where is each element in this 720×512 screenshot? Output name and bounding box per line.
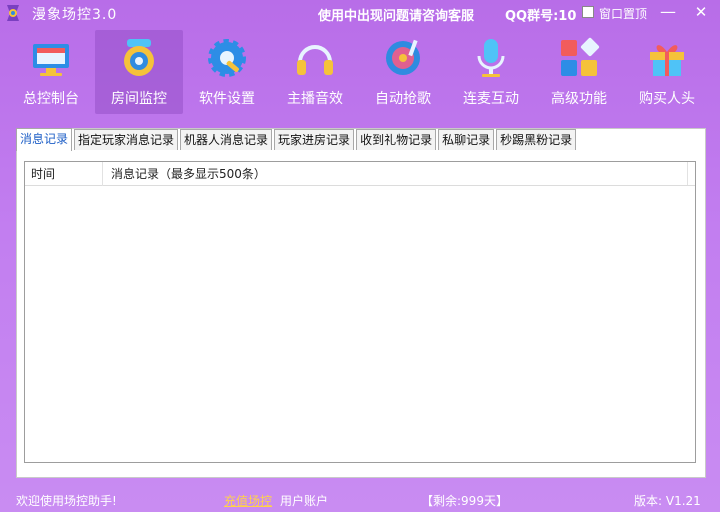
tab-player-entry-records[interactable]: 玩家进房记录 xyxy=(274,129,355,150)
user-account-label: 用户账户 xyxy=(280,494,329,508)
app-logo-icon xyxy=(7,5,19,21)
toolbar-label: 软件设置 xyxy=(199,91,255,107)
toolbar-mic-interaction-button[interactable]: 连麦互动 xyxy=(447,30,535,114)
tab-specified-player-records[interactable]: 指定玩家消息记录 xyxy=(74,129,179,150)
welcome-text: 欢迎使用场控助手! xyxy=(16,494,117,508)
column-header-end xyxy=(687,162,695,185)
toolbar-sound-effects-button[interactable]: 主播音效 xyxy=(271,30,359,114)
toolbar-label: 购买人头 xyxy=(639,91,695,107)
tab-gift-records[interactable]: 收到礼物记录 xyxy=(356,129,437,150)
toolbar-label: 总控制台 xyxy=(23,91,79,107)
tab-private-chat-records[interactable]: 私聊记录 xyxy=(438,129,495,150)
pin-window-checkbox[interactable] xyxy=(582,6,594,18)
toolbar-label: 连麦互动 xyxy=(463,91,519,107)
toolbar-buy-followers-button[interactable]: 购买人头 xyxy=(623,30,711,114)
toolbar-settings-button[interactable]: 软件设置 xyxy=(183,30,271,114)
toolbar-label: 房间监控 xyxy=(111,91,167,107)
gift-icon xyxy=(650,45,684,76)
tab-kick-blacklist-records[interactable]: 秒踢黑粉记录 xyxy=(496,129,577,150)
toolbar-label: 高级功能 xyxy=(551,91,607,107)
pin-window-label[interactable]: 窗口置顶 xyxy=(599,5,647,22)
toolbar-advanced-button[interactable]: 高级功能 xyxy=(535,30,623,114)
title-bar: 漫象场控3.0 使用中出现问题请咨询客服 QQ群号:10 窗口置顶 — ✕ xyxy=(0,0,720,26)
minimize-button[interactable]: — xyxy=(657,2,679,22)
camera-icon xyxy=(124,39,154,76)
message-list[interactable]: 时间 消息记录（最多显示500条） xyxy=(24,161,696,463)
toolbar-room-monitor-button[interactable]: 房间监控 xyxy=(95,30,183,114)
tab-message-records[interactable]: 消息记录 xyxy=(16,128,73,151)
disc-icon xyxy=(386,39,420,75)
toolbar-label: 主播音效 xyxy=(287,91,343,107)
headphones-icon xyxy=(297,45,333,75)
app-title: 漫象场控3.0 xyxy=(32,7,118,23)
qq-group-label: QQ群号:10 xyxy=(505,9,577,24)
gear-icon xyxy=(208,39,246,77)
console-icon xyxy=(33,44,69,76)
recharge-link[interactable]: 充值场控 xyxy=(224,492,272,509)
toolbar-console-button[interactable]: 总控制台 xyxy=(7,30,95,114)
main-toolbar: 总控制台 房间监控 软件设置 主播音效 自动抢歌 连麦互动 高级功能 购买人头 xyxy=(0,30,720,116)
version-label: 版本: V1.21 xyxy=(634,494,701,508)
column-header-message[interactable]: 消息记录（最多显示500条） xyxy=(103,162,687,186)
list-header: 时间 消息记录（最多显示500条） xyxy=(25,162,695,186)
remaining-days: 【剩余:999天】 xyxy=(421,494,508,508)
support-notice: 使用中出现问题请咨询客服 xyxy=(318,9,475,24)
apps-icon xyxy=(561,37,600,76)
column-header-time[interactable]: 时间 xyxy=(25,162,103,186)
toolbar-label: 自动抢歌 xyxy=(375,91,431,107)
close-button[interactable]: ✕ xyxy=(690,2,712,22)
record-tabs: 消息记录 指定玩家消息记录 机器人消息记录 玩家进房记录 收到礼物记录 私聊记录… xyxy=(16,128,578,151)
status-bar: 欢迎使用场控助手! 充值场控 用户账户 【剩余:999天】 版本: V1.21 xyxy=(0,490,720,510)
toolbar-auto-song-button[interactable]: 自动抢歌 xyxy=(359,30,447,114)
tab-robot-message-records[interactable]: 机器人消息记录 xyxy=(180,129,273,150)
microphone-icon xyxy=(477,39,505,77)
